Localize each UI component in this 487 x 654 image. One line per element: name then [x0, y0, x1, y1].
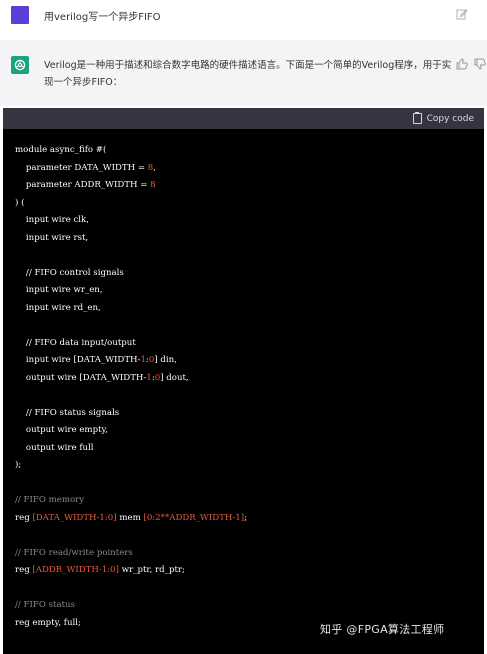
- code-line: );: [15, 457, 475, 475]
- code-token: output wire [DATA_WIDTH-: [15, 372, 147, 383]
- code-line: input wire clk,: [15, 212, 475, 230]
- code-token: ) (: [15, 197, 25, 208]
- code-token: input wire [DATA_WIDTH-: [15, 355, 141, 365]
- code-line: output wire full: [15, 440, 475, 458]
- code-token: reg: [15, 565, 33, 575]
- code-token: module async_fifo #(: [15, 145, 107, 155]
- code-block-header: Copy code: [3, 108, 484, 129]
- code-line: reg [ADDR_WIDTH-1:0] wr_ptr, rd_ptr;: [15, 562, 475, 580]
- watermark: 知乎 @FPGA算法工程师: [320, 623, 445, 636]
- code-token: // FIFO control signals: [15, 267, 124, 278]
- code-token: input wire clk,: [15, 215, 89, 225]
- code-line: // FIFO status: [15, 597, 475, 615]
- code-token: output wire empty,: [15, 425, 108, 435]
- code-token: // FIFO memory: [15, 495, 85, 505]
- code-content: module async_fifo #( parameter DATA_WIDT…: [15, 142, 475, 632]
- code-token: input wire rd_en,: [15, 302, 101, 313]
- code-token: 8: [150, 180, 156, 190]
- code-token: ,: [153, 162, 156, 173]
- user-message-row: 用verilog写一个异步FIFO: [0, 0, 487, 40]
- code-token: // FIFO read/write pointers: [15, 547, 133, 558]
- code-token: mem: [116, 512, 144, 523]
- code-token: );: [15, 460, 22, 470]
- code-token: // FIFO data input/output: [15, 337, 136, 348]
- code-token: ;: [244, 512, 247, 523]
- code-token: [DATA_WIDTH-1:0]: [32, 512, 117, 523]
- code-line: // FIFO control signals: [15, 265, 475, 283]
- copy-code-button[interactable]: Copy code: [412, 111, 474, 126]
- code-token: input wire rst,: [15, 232, 89, 243]
- code-token: [0:2**ADDR_WIDTH-1]: [143, 512, 245, 523]
- code-line: input wire wr_en,: [15, 282, 475, 300]
- code-line: ) (: [15, 195, 475, 213]
- code-token: output wire full: [15, 442, 94, 453]
- code-token: parameter ADDR_WIDTH =: [15, 180, 151, 190]
- clipboard-icon: [412, 112, 422, 124]
- code-line: module async_fifo #(: [15, 142, 475, 160]
- assistant-message-text: Verilog是一种用于描述和综合数字电路的硬件描述语言。下面是一个简单的Ver…: [44, 60, 452, 88]
- code-token: ] dout,: [160, 372, 189, 383]
- user-message-text: 用verilog写一个异步FIFO: [44, 12, 161, 23]
- thumbs-up-icon[interactable]: [456, 58, 468, 70]
- code-line: input wire rst,: [15, 230, 475, 248]
- code-token: input wire wr_en,: [15, 285, 103, 295]
- user-avatar: [11, 6, 29, 24]
- code-token: // FIFO status signals: [15, 407, 120, 418]
- code-token: reg: [15, 512, 33, 523]
- code-token: parameter DATA_WIDTH =: [15, 162, 148, 173]
- code-line: output wire [DATA_WIDTH-1:0] dout,: [15, 370, 475, 388]
- assistant-avatar: [11, 56, 29, 74]
- openai-logo-icon: [14, 59, 26, 71]
- thumbs-down-icon[interactable]: [474, 58, 486, 70]
- code-token: [ADDR_WIDTH-1:0]: [32, 565, 119, 575]
- edit-icon[interactable]: [456, 8, 468, 20]
- code-token: reg empty, full;: [15, 617, 81, 628]
- copy-code-label: Copy code: [426, 113, 474, 124]
- code-block: Copy code module async_fifo #( parameter…: [3, 108, 484, 654]
- code-line: input wire rd_en,: [15, 300, 475, 318]
- code-token: wr_ptr, rd_ptr;: [118, 565, 185, 575]
- code-line: // FIFO data input/output: [15, 335, 475, 353]
- code-line: parameter DATA_WIDTH = 8,: [15, 160, 475, 178]
- code-line: // FIFO read/write pointers: [15, 545, 475, 563]
- assistant-message-row: Verilog是一种用于描述和综合数字电路的硬件描述语言。下面是一个简单的Ver…: [0, 40, 487, 106]
- code-line: reg [DATA_WIDTH-1:0] mem [0:2**ADDR_WIDT…: [15, 510, 475, 528]
- code-token: // FIFO status: [15, 600, 76, 610]
- code-line: output wire empty,: [15, 422, 475, 440]
- code-line: // FIFO status signals: [15, 405, 475, 423]
- code-line: input wire [DATA_WIDTH-1:0] din,: [15, 352, 475, 370]
- code-line: // FIFO memory: [15, 492, 475, 510]
- code-line: parameter ADDR_WIDTH = 8: [15, 177, 475, 195]
- code-token: ] din,: [154, 355, 177, 365]
